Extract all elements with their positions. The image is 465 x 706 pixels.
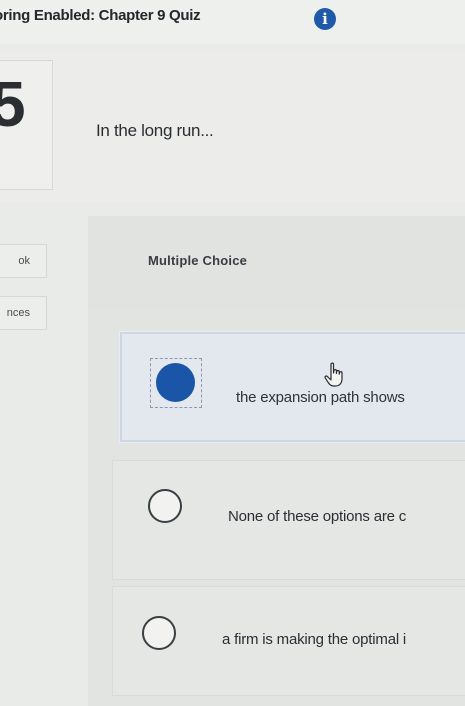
radio-unselected[interactable] <box>148 489 182 523</box>
radio-selected[interactable] <box>156 363 195 402</box>
side-tab-book[interactable]: ok <box>0 244 47 278</box>
hand-pointer-icon <box>324 362 343 387</box>
question-type-label: Multiple Choice <box>148 253 248 268</box>
radio-focus-ring[interactable] <box>150 358 202 408</box>
quiz-page: oring Enabled: Chapter 9 Quiz i 5 In the… <box>0 0 465 706</box>
question-type-header <box>88 216 465 308</box>
header-bar: oring Enabled: Chapter 9 Quiz i <box>0 0 465 44</box>
side-tab-label: nces <box>6 307 30 319</box>
radio-unselected[interactable] <box>142 616 176 650</box>
answer-option-text[interactable]: a firm is making the optimal i <box>222 631 406 648</box>
quiz-title: oring Enabled: Chapter 9 Quiz <box>0 7 201 24</box>
answer-option-text[interactable]: the expansion path shows <box>236 389 405 406</box>
question-text: In the long run... <box>96 121 214 140</box>
info-icon[interactable]: i <box>314 8 336 30</box>
question-panel <box>0 52 465 202</box>
answer-option-text[interactable]: None of these options are c <box>228 508 406 525</box>
side-tab-references[interactable]: nces <box>0 296 47 330</box>
side-tab-label: ok <box>18 255 30 267</box>
question-number: 5 <box>0 68 26 140</box>
